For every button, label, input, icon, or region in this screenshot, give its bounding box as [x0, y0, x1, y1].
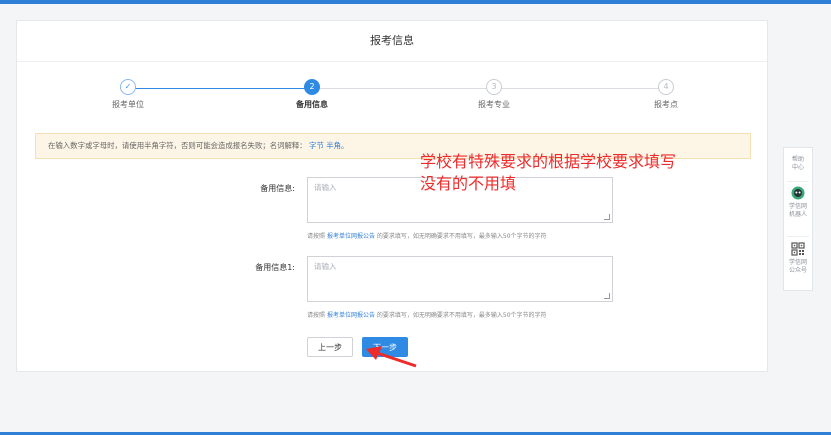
top-accent-bar	[0, 0, 831, 4]
hint-announcement-link[interactable]: 报考单位网报公告	[327, 312, 375, 319]
robot-label-1: 学信网	[788, 203, 807, 210]
resize-grip-icon[interactable]	[604, 293, 610, 299]
backup-info-hint: 请按照 报考单位网报公告 的要求填写，如无明确要求不用填写，最多输入50个字节的…	[307, 231, 547, 240]
step-4-number: 4	[658, 79, 674, 95]
notice-link-halfwidth[interactable]: 半角。	[326, 141, 348, 150]
side-divider	[787, 236, 809, 237]
step-4-label: 报考点	[654, 100, 678, 109]
chsi-robot-link[interactable]: 学信网 机器人	[784, 186, 812, 219]
backup-info-label: 备用信息:	[260, 184, 295, 193]
step-3-label: 报考专业	[478, 100, 510, 109]
step-3-number: 3	[486, 79, 502, 95]
step-2: 2 备用信息	[277, 79, 347, 110]
annotation-arrow-icon	[366, 346, 417, 368]
step-1-check-icon: ✓	[120, 79, 136, 95]
notice-link-byte[interactable]: 字节	[309, 141, 324, 150]
qr-code-icon	[791, 242, 805, 256]
robot-label-2: 机器人	[788, 211, 807, 218]
wechat-label-2: 公众号	[788, 267, 807, 274]
step-2-number: 2	[304, 79, 320, 95]
backup-info-1-hint: 请按照 报考单位网报公告 的要求填写，如无明确要求不用填写，最多输入50个字节的…	[307, 310, 547, 319]
resize-grip-icon[interactable]	[604, 214, 610, 220]
hint-suffix: 的要求填写，如无明确要求不用填写，最多输入50个字节的字符	[376, 233, 547, 240]
prev-step-button[interactable]: 上一步	[307, 337, 353, 357]
side-divider	[787, 181, 809, 182]
hint-announcement-link[interactable]: 报考单位网报公告	[327, 233, 375, 240]
chsi-wechat-link[interactable]: 学信网 公众号	[784, 242, 812, 275]
page-title: 报考信息	[17, 21, 767, 62]
registration-card: 报考信息 ✓ 报考单位 2 备用信息 3 报考专业 4 报考点 在输入数字或字母…	[16, 20, 768, 372]
side-help-panel: 帮助 中心 学信网 机器人 学信网 公众号	[783, 147, 813, 291]
step-progress: ✓ 报考单位 2 备用信息 3 报考专业 4 报考点	[17, 79, 767, 119]
step-1: ✓ 报考单位	[93, 79, 163, 110]
notice-text: 在输入数字或字母时，请使用半角字符，否则可能会造成报名失败；名词解释：	[48, 141, 307, 150]
hint-prefix: 请按照	[307, 312, 326, 319]
wechat-label-1: 学信网	[788, 259, 807, 266]
hint-suffix: 的要求填写，如无明确要求不用填写，最多输入50个字节的字符	[376, 312, 547, 319]
help-center-link[interactable]: 帮助 中心	[784, 156, 812, 172]
step-2-label: 备用信息	[296, 100, 328, 109]
annotation-line-2: 没有的不用填	[420, 174, 517, 193]
backup-info-1-placeholder: 请输入	[314, 262, 337, 271]
backup-info-1-label: 备用信息1:	[255, 263, 295, 272]
backup-info-1-textarea[interactable]: 请输入	[307, 256, 613, 302]
help-center-label-1: 帮助	[791, 156, 804, 163]
robot-icon	[791, 186, 805, 200]
step-3: 3 报考专业	[459, 79, 529, 110]
help-center-label-2: 中心	[791, 164, 804, 171]
step-1-label: 报考单位	[112, 100, 144, 109]
hint-prefix: 请按照	[307, 233, 326, 240]
annotation-line-1: 学校有特殊要求的根据学校要求填写	[420, 152, 677, 171]
backup-info-placeholder: 请输入	[314, 183, 337, 192]
step-4: 4 报考点	[631, 79, 701, 110]
